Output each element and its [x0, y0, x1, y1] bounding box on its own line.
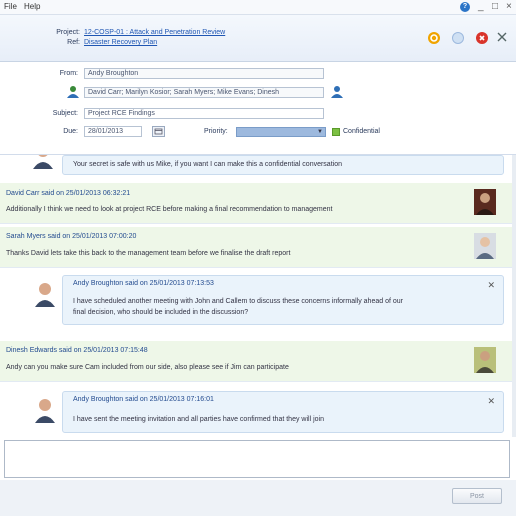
maximize-button[interactable]: □	[492, 1, 498, 12]
message-header: Sarah Myers said on 25/01/2013 07:00:20	[6, 233, 137, 240]
avatar	[474, 233, 496, 259]
menu-file[interactable]: File	[4, 2, 17, 11]
add-recipient-icon[interactable]	[330, 85, 344, 99]
priority-select[interactable]: ▼	[236, 127, 326, 137]
message-text: final decision, who should be included i…	[73, 309, 249, 316]
list-item: Your secret is safe with us Mike, if you…	[62, 155, 504, 175]
message-text: Additionally I think we need to look at …	[6, 206, 333, 213]
confidential-label: Confidential	[343, 128, 380, 135]
due-label: Due:	[63, 128, 78, 135]
list-item: Dinesh Edwards said on 25/01/2013 07:15:…	[0, 341, 512, 382]
close-task-icon[interactable]	[496, 30, 508, 47]
message-header: David Carr said on 25/01/2013 06:32:21	[6, 190, 131, 197]
avatar	[474, 189, 496, 215]
close-icon[interactable]: ✕	[487, 396, 495, 407]
menu-help[interactable]: Help	[24, 2, 40, 11]
close-icon[interactable]: ✕	[487, 280, 495, 291]
pending-status-icon[interactable]	[428, 32, 440, 44]
footer	[0, 480, 516, 516]
calendar-icon[interactable]	[152, 126, 165, 137]
select-recipients-icon[interactable]	[66, 85, 80, 99]
subject-field[interactable]: Project RCE Findings	[84, 108, 324, 119]
conversation-scrollbar[interactable]	[512, 155, 516, 437]
message-header: Dinesh Edwards said on 25/01/2013 07:15:…	[6, 347, 148, 354]
help-icon[interactable]: ?	[460, 2, 470, 12]
post-button[interactable]: Post	[452, 488, 502, 504]
avatar	[34, 281, 56, 307]
avatar	[34, 397, 56, 423]
from-label: From:	[59, 70, 78, 77]
message-text: Andy can you make sure Cam included from…	[6, 364, 289, 371]
project-link[interactable]: 12-COSP-01 : Attack and Penetration Revi…	[84, 29, 225, 36]
ref-label: Ref:	[67, 39, 80, 46]
close-button[interactable]: ×	[506, 1, 512, 12]
subject-label: Subject:	[52, 110, 78, 117]
message-form: From: Andy Broughton David Carr; Marilyn…	[0, 62, 516, 155]
priority-label: Priority:	[204, 128, 228, 135]
message-header: Andy Broughton said on 25/01/2013 07:13:…	[73, 280, 214, 287]
chevron-down-icon: ▼	[317, 129, 323, 135]
message-text: Thanks David lets take this back to the …	[6, 250, 291, 257]
list-item: Sarah Myers said on 25/01/2013 07:00:20 …	[0, 227, 512, 268]
reject-icon[interactable]	[476, 32, 488, 44]
message-text: I have sent the meeting invitation and a…	[73, 416, 324, 423]
conversation-list[interactable]: Your secret is safe with us Mike, if you…	[0, 155, 512, 437]
info-icon[interactable]	[452, 32, 464, 44]
confidential-checkbox[interactable]	[332, 128, 340, 136]
message-text: Your secret is safe with us Mike, if you…	[73, 161, 342, 168]
avatar	[32, 155, 54, 169]
project-label: Project:	[56, 29, 80, 36]
task-header: Project: 12-COSP-01 : Attack and Penetra…	[0, 15, 516, 62]
message-text: I have scheduled another meeting with Jo…	[73, 298, 403, 305]
menu-bar: File Help ? _ □ ×	[0, 0, 516, 15]
message-header: Andy Broughton said on 25/01/2013 07:16:…	[73, 396, 214, 403]
from-field[interactable]: Andy Broughton	[84, 68, 324, 79]
due-date-field[interactable]: 28/01/2013	[84, 126, 142, 137]
compose-input[interactable]	[4, 440, 510, 478]
minimize-button[interactable]: _	[478, 1, 484, 12]
list-item: Andy Broughton said on 25/01/2013 07:13:…	[62, 275, 504, 325]
list-item: Andy Broughton said on 25/01/2013 07:16:…	[62, 391, 504, 433]
to-field[interactable]: David Carr; Marilyn Kosior; Sarah Myers;…	[84, 87, 324, 98]
avatar	[474, 347, 496, 373]
ref-link[interactable]: Disaster Recovery Plan	[84, 39, 157, 46]
list-item: David Carr said on 25/01/2013 06:32:21 A…	[0, 183, 512, 224]
